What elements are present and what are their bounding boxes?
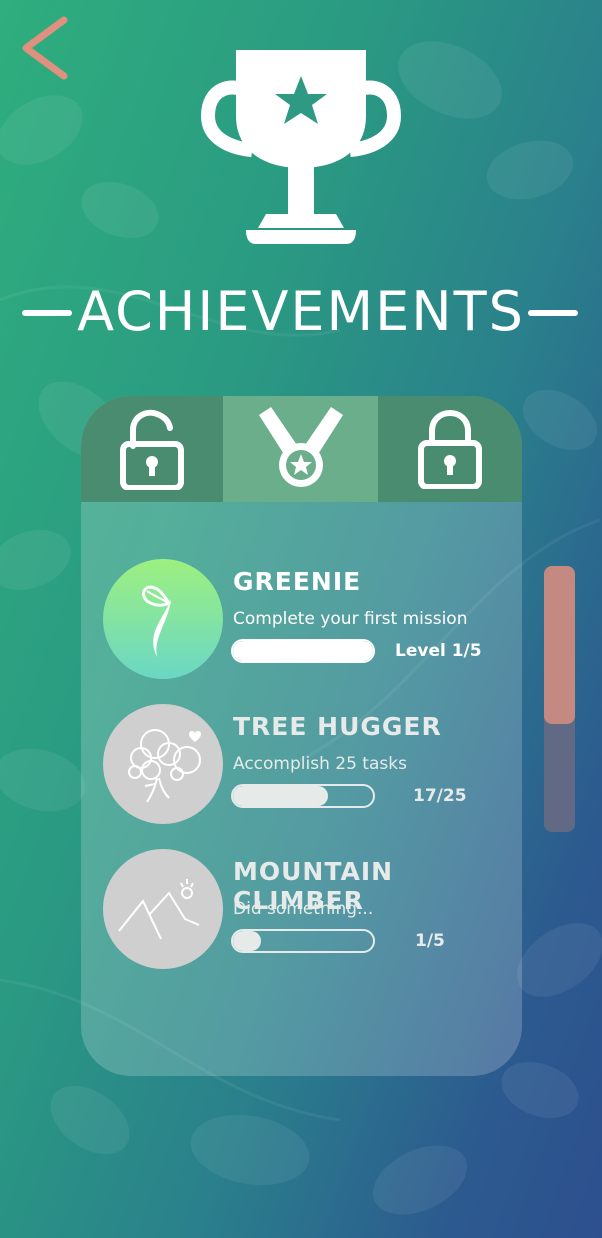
chevron-left-icon <box>22 16 68 80</box>
achievement-name: GREENIE <box>233 567 362 596</box>
achievement-badge <box>103 849 223 969</box>
achievement-description: Accomplish 25 tasks <box>233 754 407 774</box>
progress-fill <box>233 931 261 951</box>
achievement-description: Did something... <box>233 899 374 919</box>
trophy-icon <box>201 50 401 244</box>
achievement-description: Complete your first mission <box>233 609 468 629</box>
achievement-level: Level 1/5 <box>395 641 482 661</box>
achievement-item-greenie[interactable]: GREENIE Complete your first mission Leve… <box>81 559 522 684</box>
tab-locked[interactable] <box>378 396 522 502</box>
tree-icon <box>128 729 201 803</box>
progress-fill <box>233 786 329 806</box>
achievement-badge <box>103 559 223 679</box>
scrollbar-thumb[interactable] <box>544 566 575 724</box>
medal-icon <box>258 407 343 487</box>
back-button[interactable] <box>16 14 72 84</box>
locked-padlock-icon <box>418 409 482 489</box>
sprout-icon <box>142 585 172 657</box>
title-dash-right <box>528 310 578 316</box>
progress-fill <box>233 641 373 661</box>
achievement-item-tree-hugger[interactable]: TREE HUGGER Accomplish 25 tasks 17/25 <box>81 704 522 829</box>
achievement-progress-bar <box>231 639 375 663</box>
achievements-card: GREENIE Complete your first mission Leve… <box>81 396 522 1076</box>
achievement-badge <box>103 704 223 824</box>
achievement-progress-bar <box>231 784 375 808</box>
unlocked-padlock-icon <box>120 409 184 490</box>
tab-unlocked[interactable] <box>81 396 223 502</box>
achievement-progress-bar <box>231 929 375 953</box>
tab-medals[interactable] <box>223 396 378 502</box>
mountain-icon <box>118 879 200 940</box>
achievements-header: ACHIEVEMENTS <box>0 272 602 352</box>
achievement-tabs <box>81 396 522 502</box>
achievement-item-mountain-climber[interactable]: MOUNTAIN CLIMBER Did something... 1/5 <box>81 849 522 974</box>
achievement-level: 1/5 <box>415 931 445 951</box>
page-title: ACHIEVEMENTS <box>77 280 525 343</box>
achievement-name: TREE HUGGER <box>233 712 442 741</box>
achievement-level: 17/25 <box>413 786 467 806</box>
scrollbar-track[interactable] <box>544 566 575 832</box>
